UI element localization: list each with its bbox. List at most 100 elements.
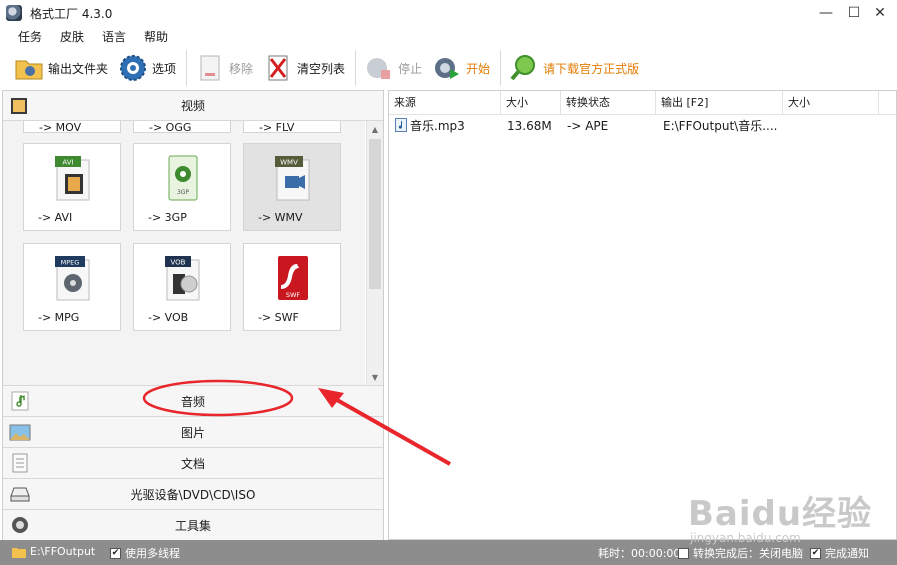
avi-file-icon: AVI <box>55 156 90 201</box>
app-logo-icon <box>6 5 22 21</box>
menu-language[interactable]: 语言 <box>102 28 126 45</box>
stop-button[interactable]: 停止 <box>364 50 422 86</box>
format-tile-3gp[interactable]: 3GP -> 3GP <box>133 143 231 231</box>
scroll-down-icon[interactable]: ▼ <box>367 369 383 385</box>
music-note-icon <box>11 391 29 411</box>
minimize-button[interactable]: — <box>812 0 840 26</box>
menu-help[interactable]: 帮助 <box>144 28 168 45</box>
column-header-source[interactable]: 来源 <box>389 91 501 115</box>
document-icon <box>12 453 28 473</box>
remove-button[interactable]: 移除 <box>195 50 253 86</box>
options-button[interactable]: 选项 <box>118 50 176 86</box>
toolbar-separator <box>355 50 357 86</box>
window-title: 格式工厂 4.3.0 <box>30 6 113 21</box>
stop-icon <box>367 58 391 79</box>
3gp-badge: 3GP <box>177 189 189 196</box>
3gp-file-icon: 3GP <box>168 155 198 201</box>
format-tile-mpg[interactable]: MPEG -> MPG <box>23 243 121 331</box>
document-category[interactable]: 文档 <box>3 447 383 478</box>
vob-badge: VOB <box>171 259 186 267</box>
elapsed-time: 耗时：00:00:00 <box>598 547 681 560</box>
after-done-checkbox[interactable] <box>678 547 689 559</box>
category-panel: 视频 -> MOV -> OGG -> FLV AVI -> AVI 3GP -… <box>2 90 384 540</box>
folder-icon <box>15 60 43 80</box>
row-source-name: 音乐.mp3 <box>410 119 465 133</box>
baidu-watermark: Baidu经验 jingyan.baidu.com <box>688 486 872 545</box>
start-icon <box>435 58 460 79</box>
toolbar: 输出文件夹 选项 移除 清空列表 停止 开始 请下载官方正式版 <box>0 46 897 90</box>
menu-bar: 任务 皮肤 语言 帮助 <box>0 26 897 46</box>
swf-badge: SWF <box>286 291 301 299</box>
remove-document-icon <box>200 55 220 81</box>
multithread-label: 使用多线程 <box>125 547 180 560</box>
format-tile-avi[interactable]: AVI -> AVI <box>23 143 121 231</box>
column-header-output[interactable]: 输出 [F2] <box>656 91 783 115</box>
output-folder-button[interactable]: 输出文件夹 <box>14 50 108 86</box>
close-button[interactable]: ✕ <box>866 0 894 26</box>
after-done-toggle[interactable]: 转换完成后：关闭电脑 <box>678 545 803 561</box>
format-label-3gp: -> 3GP <box>148 211 187 224</box>
clear-list-icon <box>268 55 288 81</box>
toolbar-separator <box>500 50 502 86</box>
vob-file-icon: VOB <box>165 256 200 301</box>
wmv-badge: WMV <box>280 159 298 167</box>
format-label-avi: -> AVI <box>38 211 73 224</box>
output-path-text: E:\FFOutput <box>30 545 96 558</box>
disc-drive-icon <box>10 487 30 502</box>
menu-skin[interactable]: 皮肤 <box>60 28 84 45</box>
gear-icon <box>120 55 147 81</box>
film-clapper-icon <box>11 98 27 114</box>
task-list-header: 来源 大小 转换状态 输出 [F2] 大小 <box>389 91 897 115</box>
audio-file-icon <box>395 118 407 132</box>
multithread-toggle[interactable]: ✔ 使用多线程 <box>110 545 180 561</box>
toolbox-category[interactable]: 工具集 <box>3 509 383 540</box>
audio-category[interactable]: 音频 <box>3 385 383 416</box>
menu-task[interactable]: 任务 <box>18 28 42 45</box>
notify-toggle[interactable]: ✔ 完成通知 <box>810 545 869 561</box>
format-label-ogg: -> OGG <box>149 121 192 134</box>
multithread-checkbox[interactable]: ✔ <box>110 547 121 559</box>
output-path[interactable]: E:\FFOutput <box>12 545 95 558</box>
row-output-size <box>789 115 879 137</box>
video-category-header[interactable]: 视频 <box>3 91 383 121</box>
column-header-output-size[interactable]: 大小 <box>783 91 879 115</box>
format-tile-vob[interactable]: VOB -> VOB <box>133 243 231 331</box>
format-label-mpg: -> MPG <box>38 311 80 324</box>
row-source: 音乐.mp3 <box>395 115 501 137</box>
format-label-swf: -> SWF <box>258 311 299 324</box>
picture-icon <box>9 424 31 441</box>
table-row[interactable]: 音乐.mp3 13.68M -> APE E:\FFOutput\音乐.... <box>389 115 897 137</box>
notify-checkbox[interactable]: ✔ <box>810 547 821 559</box>
format-tile-swf[interactable]: SWF -> SWF <box>243 243 341 331</box>
maximize-button[interactable]: ☐ <box>840 0 868 26</box>
mpeg-file-icon: MPEG <box>55 256 90 301</box>
wmv-file-icon: WMV <box>275 156 310 201</box>
start-button[interactable]: 开始 <box>432 50 490 86</box>
image-category[interactable]: 图片 <box>3 416 383 447</box>
mpeg-badge: MPEG <box>61 259 80 267</box>
format-label-wmv: -> WMV <box>258 211 303 224</box>
format-label-flv: -> FLV <box>259 121 295 134</box>
task-list: 来源 大小 转换状态 输出 [F2] 大小 音乐.mp3 13.68M -> A… <box>388 90 897 540</box>
scroll-up-icon[interactable]: ▲ <box>367 121 383 137</box>
disc-category[interactable]: 光驱设备\DVD\CD\ISO <box>3 478 383 509</box>
flash-file-icon: SWF <box>278 256 308 300</box>
row-output: E:\FFOutput\音乐.... <box>663 119 778 133</box>
toolbox-icon <box>12 517 28 533</box>
title-bar: 格式工厂 4.3.0 — ☐ ✕ <box>0 0 897 26</box>
scroll-thumb[interactable] <box>369 139 381 289</box>
watermark-brand: Baidu经验 <box>688 494 873 534</box>
download-official-button[interactable]: 请下载官方正式版 <box>509 50 639 86</box>
row-status: -> APE <box>567 119 609 133</box>
column-header-size[interactable]: 大小 <box>501 91 561 115</box>
clear-list-button[interactable]: 清空列表 <box>263 50 345 86</box>
row-size: 13.68M <box>507 119 552 133</box>
folder-small-icon <box>12 547 26 558</box>
notify-label: 完成通知 <box>825 547 869 560</box>
magnifier-icon <box>510 55 536 81</box>
column-header-status[interactable]: 转换状态 <box>561 91 656 115</box>
after-done-label: 转换完成后：关闭电脑 <box>693 547 803 560</box>
avi-badge: AVI <box>62 159 73 167</box>
format-tile-wmv[interactable]: WMV -> WMV <box>243 143 341 231</box>
format-scrollbar[interactable]: ▲ ▼ <box>366 121 383 385</box>
